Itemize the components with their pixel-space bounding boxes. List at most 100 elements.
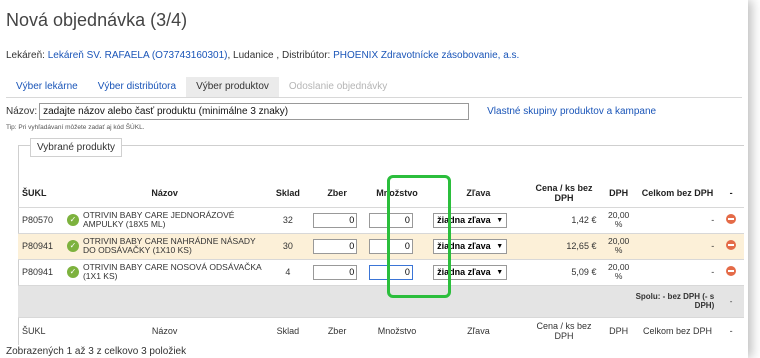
- pagination-info: Zobrazených 1 až 3 z celkovo 3 položiek: [6, 346, 187, 357]
- cell-name: ✓ OTRIVIN BABY CARE NAHRÁDNE NÁSADY DO OD…: [62, 233, 267, 260]
- foot-col-action: -: [729, 325, 733, 336]
- quantity-input[interactable]: [368, 238, 413, 254]
- cell-zlava: žiadna zľava ▼: [429, 207, 528, 234]
- cell-cena: 12,65 €: [527, 233, 601, 260]
- cell-zber: [309, 259, 365, 286]
- foot-col-cena[interactable]: Cena / ks bez DPH: [528, 317, 601, 344]
- col-sklad[interactable]: Sklad: [266, 180, 310, 208]
- discount-select[interactable]: žiadna zľava ▼: [433, 238, 508, 254]
- product-name: OTRIVIN BABY CARE NAHRÁDNE NÁSADY DO ODS…: [82, 236, 256, 255]
- cell-name: ✓ OTRIVIN BABY CARE JEDNORÁZOVÉ AMPULKY (…: [62, 207, 267, 234]
- cell-celkom: -: [636, 259, 719, 286]
- pharmacy-label: Lekáreň:: [6, 50, 45, 61]
- search-row: Názov: Vlastné skupiny produktov a kampa…: [6, 103, 656, 120]
- check-icon: ✓: [66, 240, 79, 252]
- zber-input[interactable]: [313, 264, 358, 280]
- col-sukl[interactable]: ŠUKL: [18, 180, 63, 208]
- sum-action: -: [718, 285, 744, 318]
- distributor-label: Distribútor:: [281, 50, 331, 61]
- cell-action: [718, 233, 744, 260]
- cell-zber: [309, 207, 365, 234]
- zber-input[interactable]: [313, 212, 358, 228]
- sum-row: Spolu: - bez DPH (- s DPH) -: [18, 285, 744, 318]
- product-name: OTRIVIN BABY CARE NOSOVÁ ODSÁVAČKA (1x1 …: [82, 262, 262, 281]
- order-page: Nová objednávka (3/4) Lekáreň: Lekáreň S…: [0, 0, 748, 358]
- cell-mnozstvo: [364, 259, 430, 286]
- col-dph: DPH: [600, 180, 637, 208]
- cell-cena: 5,09 €: [527, 259, 601, 286]
- table-header-row: ŠUKL Názov Sklad Zber Množstvo Zľava Cen…: [18, 180, 744, 208]
- discount-value: žiadna zľava: [437, 241, 491, 251]
- cell-sklad: 30: [266, 233, 310, 260]
- cell-zlava: žiadna zľava ▼: [429, 259, 528, 286]
- product-name: OTRIVIN BABY CARE JEDNORÁZOVÉ AMPULKY (1…: [82, 210, 235, 229]
- discount-value: žiadna zľava: [437, 215, 491, 225]
- quantity-input[interactable]: [368, 212, 413, 228]
- dph-value: 20,00 %: [608, 210, 630, 229]
- col-action: -: [718, 180, 744, 208]
- cell-cena: 1,42 €: [527, 207, 601, 234]
- foot-col-zlava: Zľava: [467, 325, 490, 336]
- cell-sukl: P80570: [18, 207, 63, 234]
- table-row: P80941 ✓ OTRIVIN BABY CARE NOSOVÁ ODSÁVAČ…: [18, 259, 744, 286]
- selected-products-legend: Vybrané produkty: [30, 138, 123, 157]
- chevron-down-icon: ▼: [496, 242, 504, 250]
- discount-select[interactable]: žiadna zľava ▼: [433, 212, 508, 228]
- foot-col-mnozstvo: Množstvo: [377, 325, 417, 336]
- product-search-input[interactable]: [39, 103, 470, 120]
- check-icon: ✓: [66, 266, 79, 278]
- cell-action: [718, 207, 744, 234]
- distributor-link[interactable]: PHOENIX Zdravotnícke zásobovanie, a.s.: [333, 50, 519, 61]
- col-name[interactable]: Názov: [62, 180, 267, 208]
- col-celkom: Celkom bez DPH: [636, 180, 719, 208]
- dph-value: 20,00 %: [608, 262, 630, 281]
- tab-submit: Odoslanie objednávky: [288, 81, 388, 92]
- table-row: P80570 ✓ OTRIVIN BABY CARE JEDNORÁZOVÉ AM…: [18, 207, 744, 234]
- tabs-divider: [6, 97, 742, 98]
- cell-action: [718, 259, 744, 286]
- cell-dph: 20,00 %: [600, 207, 637, 234]
- cell-zber: [309, 233, 365, 260]
- col-cena[interactable]: Cena / ks bez DPH: [527, 180, 601, 208]
- remove-icon[interactable]: [726, 214, 737, 224]
- foot-col-sukl[interactable]: ŠUKL: [18, 317, 63, 344]
- cell-celkom: -: [636, 207, 719, 234]
- cell-sklad: 4: [266, 259, 310, 286]
- cell-zlava: žiadna zľava ▼: [429, 233, 528, 260]
- zber-input[interactable]: [313, 238, 358, 254]
- tab-pharmacy[interactable]: Výber lekárne: [6, 77, 88, 97]
- check-icon: ✓: [66, 214, 79, 226]
- search-label: Názov:: [6, 106, 38, 117]
- search-tip: Tip: Pri vyhľadávaní môžete zadať aj kód…: [6, 124, 145, 131]
- cell-dph: 20,00 %: [600, 259, 637, 286]
- pharmacy-link[interactable]: Lekáreň SV. RAFAELA (O73743160301): [48, 50, 228, 61]
- foot-col-zber: Zber: [327, 325, 347, 336]
- page-title: Nová objednávka (3/4): [6, 10, 188, 30]
- cell-sklad: 32: [266, 207, 310, 234]
- discount-select[interactable]: žiadna zľava ▼: [433, 264, 508, 280]
- cell-celkom: -: [636, 233, 719, 260]
- remove-icon[interactable]: [726, 266, 737, 276]
- col-mnozstvo: Množstvo: [364, 180, 430, 208]
- cell-sukl: P80941: [18, 233, 63, 260]
- products-table: ŠUKL Názov Sklad Zber Množstvo Zľava Cen…: [18, 180, 744, 344]
- table-footer-row: ŠUKL Názov Sklad Zber Množstvo Zľava Cen…: [18, 317, 744, 344]
- wizard-tabs: Výber lekárne Výber distribútora Výber p…: [6, 77, 397, 97]
- tab-products[interactable]: Výber produktov: [186, 77, 279, 97]
- cell-mnozstvo: [364, 233, 430, 260]
- dph-value: 20,00 %: [608, 236, 630, 255]
- cell-mnozstvo: [364, 207, 430, 234]
- foot-col-name[interactable]: Názov: [63, 317, 266, 344]
- sum-label: Spolu: - bez DPH (- s DPH): [18, 285, 719, 318]
- product-groups-link[interactable]: Vlastné skupiny produktov a kampane: [487, 106, 656, 117]
- order-info: Lekáreň: Lekáreň SV. RAFAELA (O737431603…: [6, 50, 519, 61]
- remove-icon[interactable]: [726, 240, 737, 250]
- col-zlava: Zľava: [429, 180, 528, 208]
- tab-distributor[interactable]: Výber distribútora: [88, 77, 186, 97]
- cell-dph: 20,00 %: [600, 233, 637, 260]
- foot-col-sklad[interactable]: Sklad: [266, 317, 309, 344]
- quantity-input[interactable]: [368, 264, 413, 280]
- foot-col-dph: DPH: [609, 325, 629, 336]
- discount-value: žiadna zľava: [437, 267, 491, 277]
- table-row: P80941 ✓ OTRIVIN BABY CARE NAHRÁDNE NÁSAD…: [18, 233, 744, 260]
